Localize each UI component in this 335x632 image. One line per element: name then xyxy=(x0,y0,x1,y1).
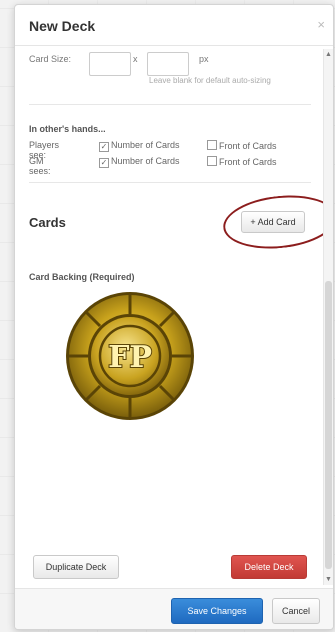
players-number-of-cards-checkbox[interactable]: ✓ xyxy=(99,142,109,152)
duplicate-deck-button[interactable]: Duplicate Deck xyxy=(33,555,119,579)
save-changes-button[interactable]: Save Changes xyxy=(171,598,263,624)
divider xyxy=(29,104,311,105)
gm-number-of-cards-option[interactable]: ✓ Number of Cards xyxy=(99,156,180,168)
divider xyxy=(29,182,311,183)
card-backing-label: Card Backing (Required) xyxy=(29,272,135,282)
svg-text:FP: FP xyxy=(108,340,152,375)
card-width-input[interactable] xyxy=(89,52,131,76)
gm-number-of-cards-checkbox[interactable]: ✓ xyxy=(99,158,109,168)
cancel-button[interactable]: Cancel xyxy=(272,598,320,624)
players-front-of-cards-label: Front of Cards xyxy=(219,141,277,151)
new-deck-dialog: New Deck × Card Size: x px Leave blank f… xyxy=(14,4,334,630)
fp-gold-token-icon[interactable]: FP xyxy=(64,290,196,422)
gm-front-of-cards-checkbox[interactable] xyxy=(207,156,217,166)
add-card-button[interactable]: + Add Card xyxy=(241,211,305,233)
dialog-header: New Deck × xyxy=(15,5,333,46)
card-size-unit: px xyxy=(199,54,209,64)
players-front-of-cards-checkbox[interactable] xyxy=(207,140,217,150)
card-size-label: Card Size: xyxy=(29,54,72,64)
gm-sees-label: GM sees: xyxy=(29,156,51,176)
delete-deck-button[interactable]: Delete Deck xyxy=(231,555,307,579)
players-number-of-cards-label: Number of Cards xyxy=(111,140,180,150)
close-icon[interactable]: × xyxy=(317,17,325,32)
players-number-of-cards-option[interactable]: ✓ Number of Cards xyxy=(99,140,180,152)
dialog-body[interactable]: Card Size: x px Leave blank for default … xyxy=(15,46,333,588)
card-height-input[interactable] xyxy=(147,52,189,76)
dialog-title: New Deck xyxy=(29,18,96,34)
card-size-hint: Leave blank for default auto-sizing xyxy=(149,76,271,85)
gm-front-of-cards-option[interactable]: Front of Cards xyxy=(207,156,277,167)
others-hands-title: In other's hands... xyxy=(29,124,106,134)
scroll-down-icon[interactable]: ▼ xyxy=(325,576,332,583)
players-front-of-cards-option[interactable]: Front of Cards xyxy=(207,140,277,151)
gm-number-of-cards-label: Number of Cards xyxy=(111,156,180,166)
card-size-separator: x xyxy=(133,54,138,64)
dialog-footer: Save Changes Cancel xyxy=(15,588,333,629)
cards-heading: Cards xyxy=(29,215,66,230)
scroll-up-icon[interactable]: ▲ xyxy=(325,51,332,58)
gm-front-of-cards-label: Front of Cards xyxy=(219,157,277,167)
body-scrollbar[interactable]: ▲ ▼ xyxy=(323,49,333,585)
scrollbar-thumb[interactable] xyxy=(325,281,332,569)
